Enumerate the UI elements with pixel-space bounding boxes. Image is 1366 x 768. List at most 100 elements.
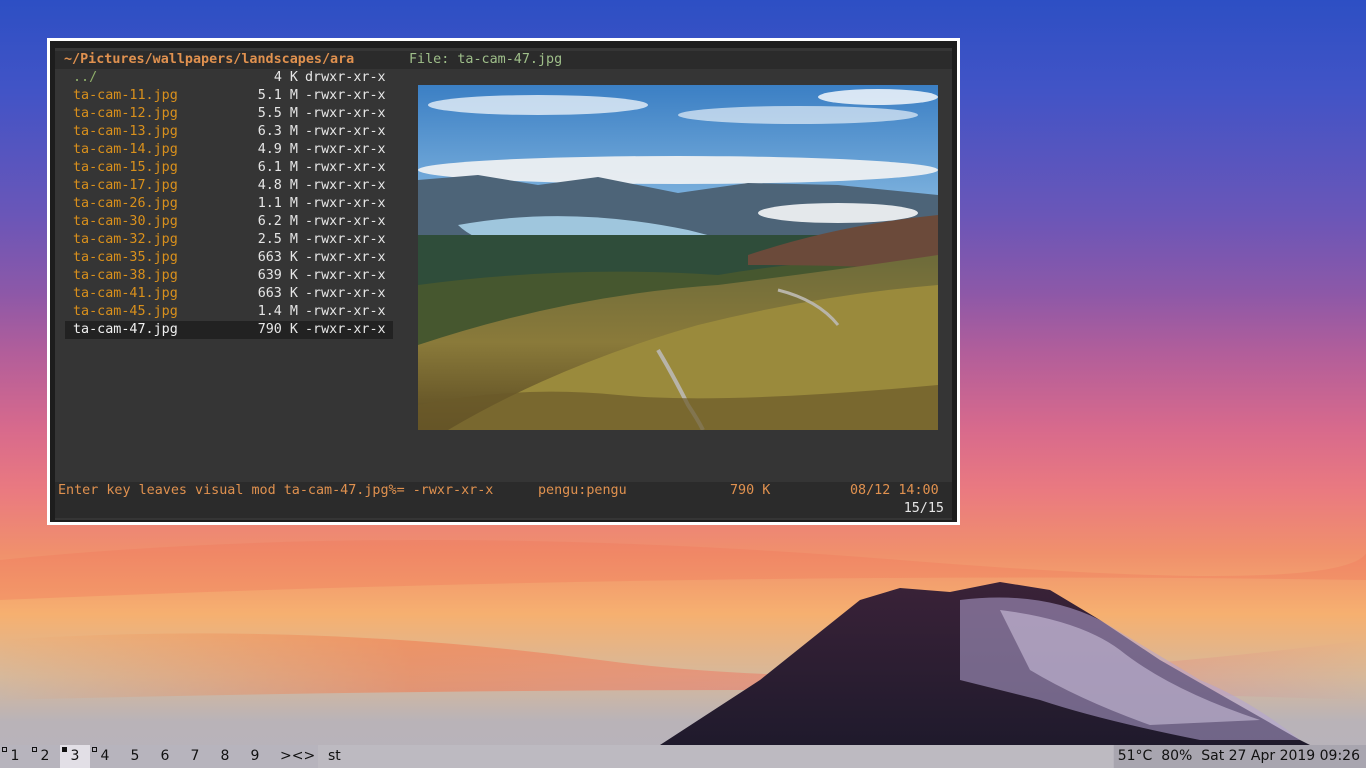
file-row[interactable]: ta-cam-26.jpg 1.1 M -rwxr-xr-x	[65, 195, 393, 213]
file-name: ta-cam-14.jpg	[73, 142, 178, 157]
file-size: 663 K	[257, 286, 298, 301]
file-permissions: -rwxr-xr-x	[305, 88, 386, 103]
window-title: st	[318, 745, 1113, 768]
file-name: ta-cam-30.jpg	[73, 214, 178, 229]
occupied-indicator-icon	[62, 747, 67, 752]
position-indicator: 15/15	[903, 501, 944, 516]
file-permissions: -rwxr-xr-x	[305, 304, 386, 319]
layout-indicator[interactable]: ><>	[280, 745, 315, 768]
file-name: ta-cam-45.jpg	[73, 304, 178, 319]
file-row[interactable]: ta-cam-30.jpg 6.2 M -rwxr-xr-x	[65, 213, 393, 231]
file-row[interactable]: ta-cam-13.jpg 6.3 M -rwxr-xr-x	[65, 123, 393, 141]
workspace-tag-5[interactable]: 5	[120, 745, 150, 768]
file-permissions: -rwxr-xr-x	[305, 124, 386, 139]
file-row[interactable]: ta-cam-11.jpg 5.1 M -rwxr-xr-x	[65, 87, 393, 105]
file-manager: ~/Pictures/wallpapers/landscapes/ara Fil…	[55, 48, 952, 520]
file-name: ta-cam-26.jpg	[73, 196, 178, 211]
workspace-tag-label: 4	[100, 748, 110, 764]
file-row[interactable]: ta-cam-32.jpg 2.5 M -rwxr-xr-x	[65, 231, 393, 249]
file-size: 4.8 M	[257, 178, 298, 193]
file-permissions: -rwxr-xr-x	[305, 196, 386, 211]
file-row[interactable]: ta-cam-38.jpg 639 K -rwxr-xr-x	[65, 267, 393, 285]
workspace-tag-label: 7	[190, 748, 200, 764]
file-row[interactable]: ta-cam-45.jpg 1.4 M -rwxr-xr-x	[65, 303, 393, 321]
workspace-tag-label: 3	[70, 748, 80, 764]
file-size: 663 K	[257, 250, 298, 265]
workspace-tag-label: 2	[40, 748, 50, 764]
workspace-tag-label: 5	[130, 748, 140, 764]
file-size: 1.1 M	[257, 196, 298, 211]
status-bar: Enter key leaves visual mod ta-cam-47.jp…	[55, 482, 952, 500]
desktop-wallpaper: ~/Pictures/wallpapers/landscapes/ara Fil…	[0, 0, 1366, 768]
occupied-indicator-icon	[92, 747, 97, 752]
file-permissions: -rwxr-xr-x	[305, 160, 386, 175]
file-size: 4.9 M	[257, 142, 298, 157]
file-permissions: -rwxr-xr-x	[305, 178, 386, 193]
taskbar: 1 2 3 4 5 6 7 8 9 ><> st 51°C 80% Sat 27 Apr 201…	[0, 745, 1366, 768]
file-row[interactable]: ta-cam-41.jpg 663 K -rwxr-xr-x	[65, 285, 393, 303]
file-name: ta-cam-41.jpg	[73, 286, 178, 301]
file-permissions: -rwxr-xr-x	[305, 322, 386, 337]
workspace-tag-8[interactable]: 8	[210, 745, 240, 768]
file-permissions: -rwxr-xr-x	[305, 232, 386, 247]
file-row[interactable]: ta-cam-14.jpg 4.9 M -rwxr-xr-x	[65, 141, 393, 159]
file-name: ta-cam-47.jpg	[73, 322, 178, 337]
file-permissions: -rwxr-xr-x	[305, 250, 386, 265]
file-row[interactable]: ta-cam-12.jpg 5.5 M -rwxr-xr-x	[65, 105, 393, 123]
position-bar: 15/15	[55, 500, 952, 518]
status-message: Enter key leaves visual mod ta-cam-47.jp…	[58, 483, 494, 498]
terminal-window[interactable]: ~/Pictures/wallpapers/landscapes/ara Fil…	[47, 38, 960, 525]
file-row[interactable]: ta-cam-15.jpg 6.1 M -rwxr-xr-x	[65, 159, 393, 177]
workspace-tag-9[interactable]: 9	[240, 745, 270, 768]
file-size: 6.3 M	[257, 124, 298, 139]
file-name: ta-cam-38.jpg	[73, 268, 178, 283]
file-permissions: -rwxr-xr-x	[305, 106, 386, 121]
file-permissions: -rwxr-xr-x	[305, 286, 386, 301]
image-preview	[418, 85, 938, 430]
system-status: 51°C 80% Sat 27 Apr 2019 09:26	[1113, 745, 1366, 768]
workspace-tag-2[interactable]: 2	[30, 745, 60, 768]
file-name: ta-cam-15.jpg	[73, 160, 178, 175]
file-permissions: -rwxr-xr-x	[305, 214, 386, 229]
current-path: ~/Pictures/wallpapers/landscapes/ara	[64, 52, 355, 67]
workspace-tag-7[interactable]: 7	[180, 745, 210, 768]
file-permissions: -rwxr-xr-x	[305, 268, 386, 283]
file-size: 1.4 M	[257, 304, 298, 319]
file-size: 2.5 M	[257, 232, 298, 247]
workspace-tag-label: 9	[250, 748, 260, 764]
occupied-indicator-icon	[32, 747, 37, 752]
temperature-readout: 51°C	[1117, 748, 1153, 764]
workspace-tag-6[interactable]: 6	[150, 745, 180, 768]
file-name: ta-cam-17.jpg	[73, 178, 178, 193]
workspace-tag-label: 1	[10, 748, 20, 764]
status-size: 790 K	[730, 483, 771, 498]
file-permissions: drwxr-xr-x	[305, 70, 386, 85]
file-row[interactable]: ta-cam-35.jpg 663 K -rwxr-xr-x	[65, 249, 393, 267]
battery-readout: 80%	[1161, 748, 1193, 764]
file-size: 5.1 M	[257, 88, 298, 103]
file-size: 4 K	[273, 70, 298, 85]
workspace-tag-1[interactable]: 1	[0, 745, 30, 768]
file-row[interactable]: ta-cam-47.jpg 790 K -rwxr-xr-x	[65, 321, 393, 339]
workspace-tag-label: 6	[160, 748, 170, 764]
status-date: 08/12 14:00	[850, 483, 939, 498]
file-name: ta-cam-35.jpg	[73, 250, 178, 265]
file-name: ta-cam-32.jpg	[73, 232, 178, 247]
workspace-tag-4[interactable]: 4	[90, 745, 120, 768]
occupied-indicator-icon	[2, 747, 7, 752]
file-size: 639 K	[257, 268, 298, 283]
file-name: ta-cam-11.jpg	[73, 88, 178, 103]
workspace-tag-3[interactable]: 3	[60, 745, 90, 768]
workspace-tag-label: 8	[220, 748, 230, 764]
file-row[interactable]: ta-cam-17.jpg 4.8 M -rwxr-xr-x	[65, 177, 393, 195]
file-permissions: -rwxr-xr-x	[305, 142, 386, 157]
file-size: 790 K	[257, 322, 298, 337]
file-name: ta-cam-13.jpg	[73, 124, 178, 139]
file-name: ../	[73, 70, 98, 85]
parent-dir-row[interactable]: ../ 4 K drwxr-xr-x	[65, 69, 393, 87]
clock: Sat 27 Apr 2019 09:26	[1201, 748, 1360, 764]
status-owner: pengu:pengu	[538, 483, 627, 498]
file-size: 5.5 M	[257, 106, 298, 121]
file-name: ta-cam-12.jpg	[73, 106, 178, 121]
file-size: 6.2 M	[257, 214, 298, 229]
